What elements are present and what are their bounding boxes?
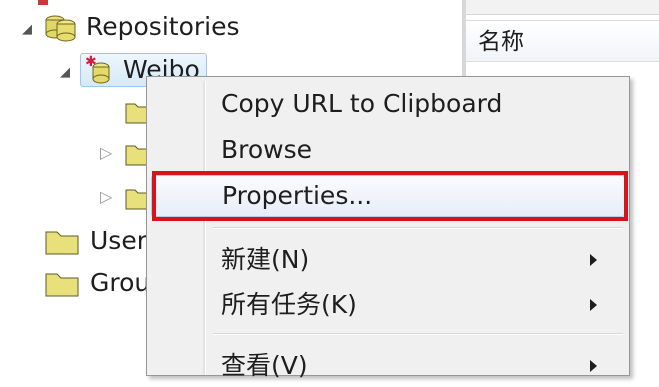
tree-node-repositories[interactable]: Repositories bbox=[42, 12, 240, 42]
expand-arrow-weibo[interactable]: ◢ bbox=[60, 66, 70, 79]
folder-icon bbox=[44, 268, 80, 298]
tree-label-groups: Grou bbox=[90, 268, 151, 297]
tree-label-users: User bbox=[90, 226, 147, 255]
annotation-highlight-box bbox=[152, 171, 628, 221]
menu-item-all-tasks[interactable]: 所有任务(K) bbox=[151, 284, 625, 326]
menu-separator bbox=[213, 227, 623, 229]
menu-item-view[interactable]: 查看(V) bbox=[151, 345, 625, 387]
expand-arrow-subfolder-3[interactable]: ▷ bbox=[100, 189, 112, 205]
menu-item-copy-url[interactable]: Copy URL to Clipboard bbox=[151, 83, 625, 125]
menu-icon-gutter bbox=[203, 81, 206, 375]
menu-item-label: Copy URL to Clipboard bbox=[221, 89, 503, 118]
repository-icon: ✱ bbox=[83, 54, 115, 85]
menu-item-browse[interactable]: Browse bbox=[151, 129, 625, 171]
tree-node-groups[interactable]: Grou bbox=[44, 268, 150, 298]
list-toolbar-remnant bbox=[466, 0, 659, 15]
expand-arrow-subfolder-2[interactable]: ▷ bbox=[100, 145, 112, 161]
menu-separator bbox=[213, 333, 623, 335]
expand-arrow-repositories[interactable]: ◢ bbox=[22, 23, 32, 36]
database-icon bbox=[42, 12, 78, 42]
tree-label-repositories: Repositories bbox=[86, 12, 240, 41]
tree-top-remnant bbox=[38, 0, 48, 5]
menu-item-label: Browse bbox=[221, 135, 313, 164]
column-header-name[interactable]: 名称 bbox=[466, 20, 659, 62]
submenu-arrow-icon bbox=[590, 299, 597, 311]
menu-item-label: 所有任务(K) bbox=[221, 290, 357, 319]
submenu-arrow-icon bbox=[590, 254, 597, 266]
submenu-arrow-icon bbox=[590, 360, 597, 372]
tree-node-users[interactable]: User bbox=[44, 226, 147, 256]
menu-item-label: 查看(V) bbox=[221, 351, 308, 380]
context-menu: Copy URL to Clipboard Browse Properties.… bbox=[146, 76, 630, 380]
menu-item-label: 新建(N) bbox=[221, 245, 310, 274]
folder-icon bbox=[44, 226, 80, 256]
menu-item-new[interactable]: 新建(N) bbox=[151, 239, 625, 281]
